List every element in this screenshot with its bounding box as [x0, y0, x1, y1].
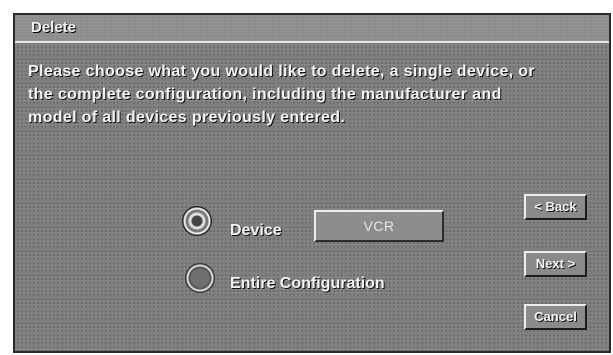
device-selection-field[interactable]: VCR [314, 210, 444, 242]
instruction-line-2: the complete configuration, including th… [28, 86, 502, 103]
device-radio-label[interactable]: Device [230, 222, 282, 240]
instruction-text: Please choose what you would like to del… [28, 60, 603, 129]
title-bar: Delete [15, 15, 609, 43]
back-button[interactable]: < Back [524, 194, 587, 220]
instruction-line-3: model of all devices previously entered. [28, 109, 346, 126]
delete-dialog: Delete Please choose what you would like… [13, 13, 611, 353]
window-title: Delete [31, 19, 77, 36]
entire-configuration-radio-label[interactable]: Entire Configuration [230, 275, 385, 293]
entire-configuration-radio-button[interactable] [185, 263, 215, 293]
instruction-line-1: Please choose what you would like to del… [28, 63, 535, 80]
next-button[interactable]: Next > [524, 251, 587, 277]
cancel-button[interactable]: Cancel [524, 304, 587, 330]
device-radio-button[interactable] [182, 206, 212, 236]
